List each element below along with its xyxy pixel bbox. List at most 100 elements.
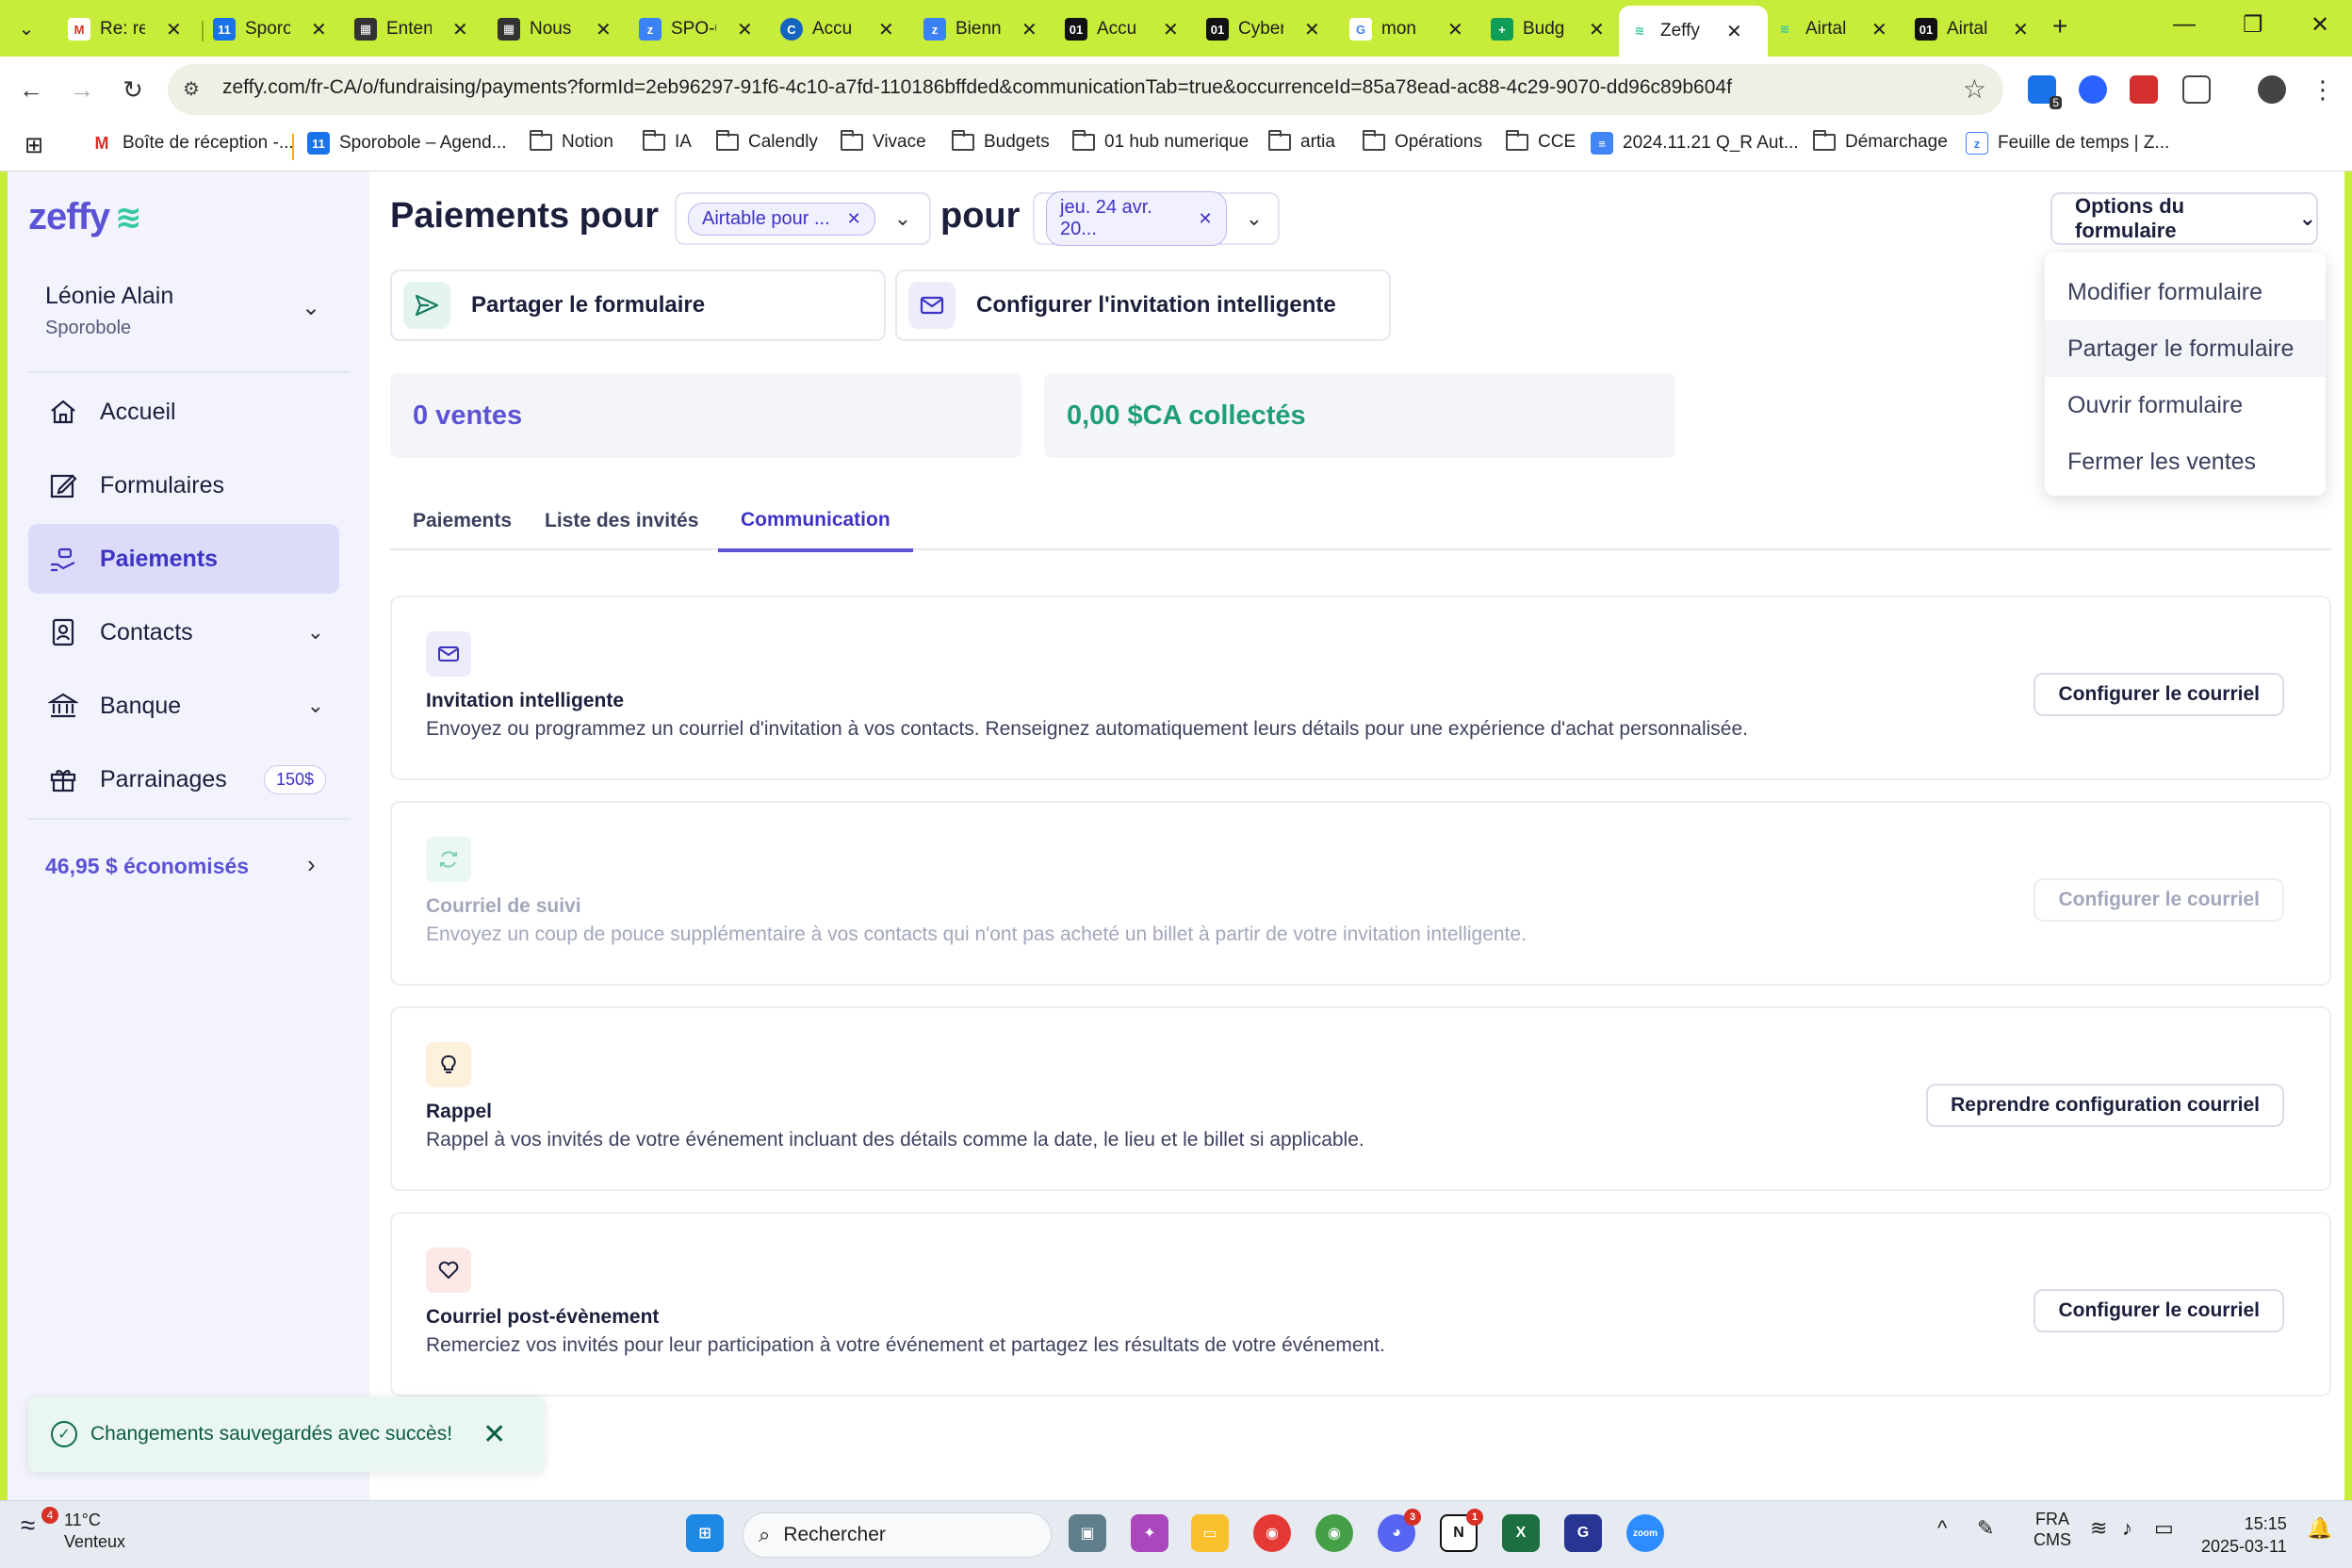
site-info-icon[interactable]: ⚙ (183, 77, 207, 102)
weather-widget[interactable]: ≈ 4 11°C Venteux (21, 1507, 125, 1552)
sidebar-item-banque[interactable]: Banque ⌄ (28, 671, 339, 741)
sidebar-item-paiements[interactable]: Paiements (28, 524, 339, 594)
windows-start-icon[interactable]: ⊞ (686, 1514, 724, 1552)
volume-icon[interactable]: ♪ (2122, 1516, 2132, 1541)
close-icon[interactable]: ✕ (847, 209, 861, 229)
copilot-icon[interactable]: ✦ (1131, 1514, 1168, 1552)
browser-tab-active[interactable]: ≋ Zeffy ✕ (1619, 6, 1768, 57)
tray-overflow-icon[interactable]: ^ (1937, 1516, 1947, 1541)
back-icon[interactable]: ← (13, 72, 49, 107)
chrome-profile-icon[interactable]: ◉ (1315, 1514, 1353, 1552)
extensions-puzzle-icon[interactable] (2182, 75, 2211, 104)
tab-communication[interactable]: Communication (718, 492, 913, 552)
bookmark-folder[interactable]: Vivace (841, 130, 926, 153)
close-tab-icon[interactable]: ✕ (452, 18, 468, 41)
reload-icon[interactable]: ↻ (115, 72, 151, 107)
task-view-icon[interactable]: ▣ (1069, 1514, 1106, 1552)
restore-icon[interactable]: ❐ (2243, 11, 2263, 39)
occurrence-selector[interactable]: jeu. 24 avr. 20... ✕ ⌄ (1033, 191, 1280, 246)
form-options-button[interactable]: Options du formulaire ⌄ (2050, 192, 2318, 245)
browser-tab[interactable]: 11 Sporo ✕ (204, 9, 336, 49)
bookmark-star-icon[interactable]: ☆ (1963, 74, 1986, 105)
share-form-button[interactable]: Partager le formulaire (390, 270, 886, 341)
bookmark-folder[interactable]: Budgets (952, 130, 1050, 153)
close-tab-icon[interactable]: ✕ (1163, 18, 1179, 41)
browser-tab[interactable]: C Accu ✕ (771, 9, 904, 49)
configure-email-button[interactable]: Configurer le courriel (2034, 673, 2284, 716)
browser-tab[interactable]: 01 Airtal ✕ (1905, 9, 2038, 49)
browser-tab[interactable]: G mon ✕ (1340, 9, 1473, 49)
app-icon[interactable]: G (1564, 1514, 1602, 1552)
browser-tab[interactable]: M Re: re ✕ (58, 9, 191, 49)
bookmark-item[interactable]: ≡ 2024.11.21 Q_R Aut... (1591, 132, 1799, 155)
url-text[interactable]: zeffy.com/fr-CA/o/fundraising/payments?f… (222, 76, 1732, 99)
file-explorer-icon[interactable]: ▭ (1191, 1514, 1229, 1552)
configure-email-button[interactable]: Configurer le courriel (2034, 1289, 2284, 1332)
language-indicator[interactable]: FRA CMS (2034, 1509, 2071, 1550)
close-tab-icon[interactable]: ✕ (1447, 18, 1463, 41)
menu-item-edit-form[interactable]: Modifier formulaire (2045, 264, 2326, 320)
forward-icon[interactable]: → (64, 72, 100, 107)
close-tab-icon[interactable]: ✕ (1304, 18, 1320, 41)
close-tab-icon[interactable]: ✕ (1589, 18, 1605, 41)
sidebar-item-contacts[interactable]: Contacts ⌄ (28, 597, 339, 667)
configure-invitation-button[interactable]: Configurer l'invitation intelligente (895, 270, 1391, 341)
address-bar[interactable]: ⚙ zeffy.com/fr-CA/o/fundraising/payments… (168, 64, 2003, 115)
user-profile[interactable]: Léonie Alain Sporobole (45, 283, 173, 339)
tab-search-button[interactable]: ⌄ (11, 13, 41, 43)
close-tab-icon[interactable]: ✕ (1021, 18, 1037, 41)
browser-tab[interactable]: ▦ Nous ✕ (488, 9, 621, 49)
taskbar-search[interactable]: ⌕ Rechercher (743, 1512, 1052, 1558)
bookmark-folder[interactable]: CCE (1506, 130, 1576, 153)
bookmark-folder[interactable]: artia (1268, 130, 1335, 153)
minimize-icon[interactable]: — (2173, 11, 2196, 38)
browser-tab[interactable]: 01 Cyber ✕ (1197, 9, 1330, 49)
browser-tab[interactable]: ≋ Airtal ✕ (1764, 9, 1897, 49)
close-tab-icon[interactable]: ✕ (311, 18, 327, 41)
sidebar-item-accueil[interactable]: Accueil (28, 377, 339, 447)
close-tab-icon[interactable]: ✕ (596, 18, 612, 41)
profile-avatar[interactable] (2258, 75, 2286, 104)
savings-link[interactable]: 46,95 $ économisés (45, 854, 249, 879)
close-icon[interactable]: ✕ (482, 1418, 506, 1451)
apps-grid-icon[interactable]: ⊞ (24, 132, 43, 159)
chevron-right-icon[interactable]: › (307, 850, 316, 879)
close-tab-icon[interactable]: ✕ (737, 18, 753, 41)
browser-tab[interactable]: z SPO-0 ✕ (629, 9, 762, 49)
pen-icon[interactable]: ✎ (1977, 1516, 1994, 1541)
browser-tab[interactable]: ▦ Enten ✕ (345, 9, 478, 49)
bookmark-folder[interactable]: Démarchage (1813, 130, 1948, 153)
bookmark-folder[interactable]: IA (643, 130, 692, 153)
close-tab-icon[interactable]: ✕ (1871, 18, 1887, 41)
discord-icon[interactable]: ◕ 3 (1378, 1509, 1421, 1552)
bookmark-folder[interactable]: 01 hub numerique (1072, 130, 1249, 153)
bookmark-item[interactable]: 11 Sporobole – Agend... (307, 132, 506, 155)
bookmark-item[interactable]: z Feuille de temps | Z... (1966, 132, 2169, 155)
zoom-icon[interactable]: zoom (1626, 1514, 1664, 1552)
extension-icon[interactable] (2079, 75, 2107, 104)
resume-email-config-button[interactable]: Reprendre configuration courriel (1926, 1084, 2284, 1127)
tab-paiements[interactable]: Paiements (390, 492, 534, 550)
chevron-down-icon[interactable]: ⌄ (302, 294, 320, 321)
tab-liste-invites[interactable]: Liste des invités (522, 492, 721, 550)
new-tab-icon[interactable]: + (2052, 11, 2067, 41)
browser-tab[interactable]: z Bienn ✕ (914, 9, 1047, 49)
browser-menu-icon[interactable]: ⋮ (2305, 72, 2341, 107)
notion-icon[interactable]: N 1 (1440, 1509, 1483, 1552)
chevron-down-icon[interactable]: ⌄ (1246, 206, 1263, 231)
chevron-down-icon[interactable]: ⌄ (894, 206, 911, 231)
notification-bell-icon[interactable]: 🔔 (2307, 1516, 2332, 1541)
menu-item-share-form[interactable]: Partager le formulaire (2045, 320, 2326, 377)
close-window-icon[interactable]: ✕ (2311, 11, 2329, 39)
browser-tab[interactable]: 01 Accu ✕ (1055, 9, 1188, 49)
sidebar-item-parrainages[interactable]: Parrainages 150$ (28, 744, 339, 814)
close-tab-icon[interactable]: ✕ (2013, 18, 2029, 41)
date-chip[interactable]: jeu. 24 avr. 20... ✕ (1046, 191, 1227, 246)
close-tab-icon[interactable]: ✕ (878, 18, 894, 41)
bookmark-folder[interactable]: Calendly (716, 130, 818, 153)
form-selector[interactable]: Airtable pour ... ✕ ⌄ (675, 192, 931, 245)
bookmark-item[interactable]: M Boîte de réception -... (90, 132, 294, 155)
system-clock[interactable]: 15:15 2025-03-11 (2201, 1512, 2287, 1558)
bookmark-folder[interactable]: Notion (530, 130, 613, 153)
zeffy-logo[interactable]: zeffy ≋ (28, 196, 142, 238)
